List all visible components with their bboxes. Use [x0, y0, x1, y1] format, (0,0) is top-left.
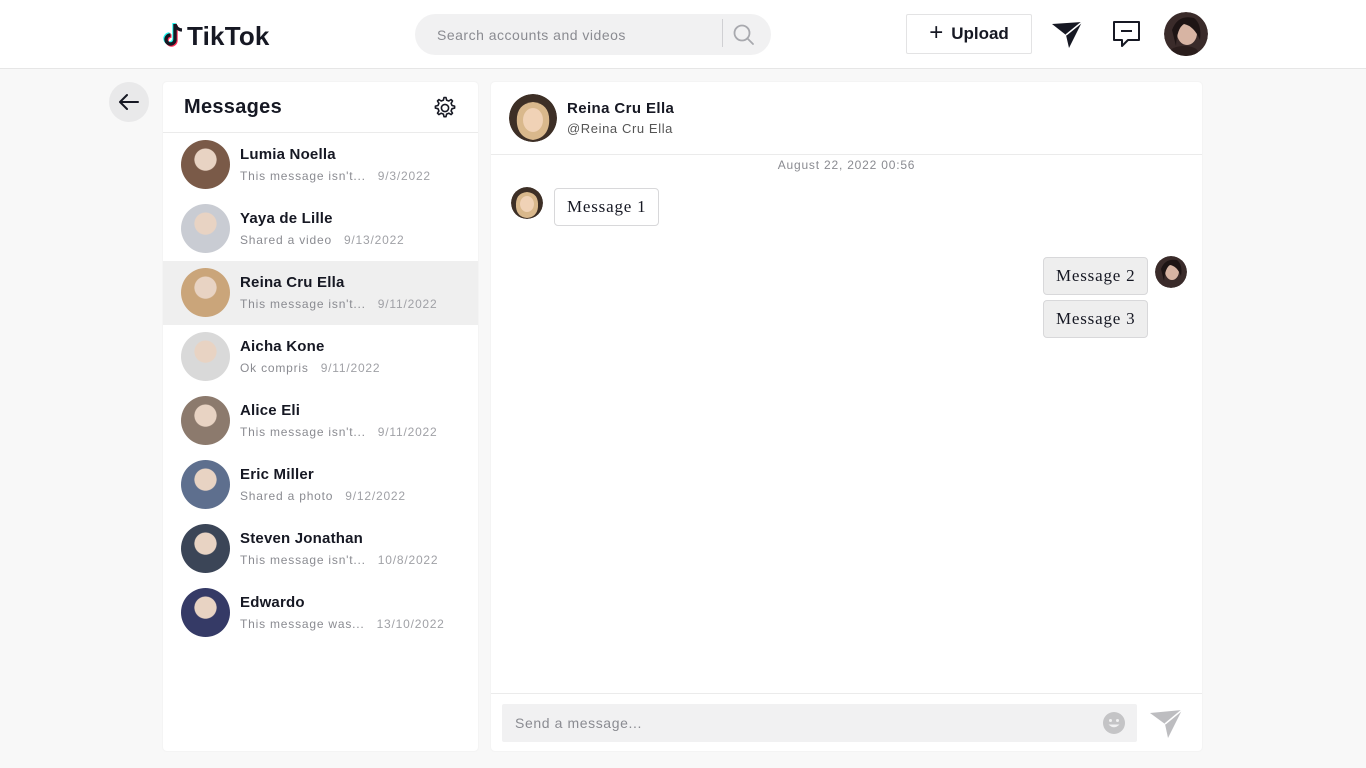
message-timestamp: August 22, 2022 00:56	[777, 158, 916, 172]
conversation-preview: Shared a photo	[240, 489, 334, 503]
conversation-item[interactable]: Steven Jonathan This message isn't... 10/8…	[163, 517, 478, 581]
message-avatar-outgoing[interactable]	[1155, 256, 1187, 288]
conversation-item[interactable]: Eric Miller Shared a photo 9/12/2022	[163, 453, 478, 517]
conversation-date: 9/12/2022	[345, 489, 406, 503]
search-input[interactable]	[437, 14, 717, 55]
tiktok-logo-icon	[163, 23, 183, 47]
conversation-name: Reina Cru Ella	[240, 274, 345, 291]
message-avatar-incoming[interactable]	[511, 187, 543, 219]
conversation-subline: This message was... 13/10/2022	[240, 617, 445, 631]
conversation-date: 9/11/2022	[377, 297, 438, 311]
top-bar: TikTok + Upload	[0, 0, 1366, 69]
send-message-icon[interactable]	[1148, 707, 1184, 739]
conversation-name: Aicha Kone	[240, 338, 325, 355]
conversation-avatar[interactable]	[181, 396, 230, 445]
conversation-subline: Shared a photo 9/12/2022	[240, 489, 406, 503]
logo-text: TikTok	[187, 20, 270, 51]
conversation-list: Lumia Noella This message isn't... 9/3/202…	[163, 133, 478, 645]
chat-contact-handle: @Reina Cru Ella	[567, 121, 674, 136]
plus-icon: +	[929, 19, 944, 46]
conversation-name: Lumia Noella	[240, 146, 336, 163]
message-input[interactable]	[515, 704, 1085, 742]
message-bubble-outgoing[interactable]: Message 2	[1043, 257, 1149, 295]
conversation-preview: Ok compris	[240, 361, 309, 375]
conversation-name: Steven Jonathan	[240, 530, 364, 547]
conversation-item[interactable]: Aicha Kone Ok compris 9/11/2022	[163, 325, 478, 389]
conversation-date: 9/13/2022	[343, 233, 405, 247]
conversation-avatar[interactable]	[181, 204, 230, 253]
conversation-preview: This message isn't...	[240, 297, 366, 311]
conversation-date: 9/3/2022	[377, 169, 431, 183]
conversation-avatar[interactable]	[181, 332, 230, 381]
send-icon[interactable]	[1050, 18, 1084, 50]
conversation-subline: This message isn't... 9/11/2022	[240, 297, 438, 311]
conversation-avatar[interactable]	[181, 588, 230, 637]
inbox-icon[interactable]	[1110, 18, 1144, 50]
upload-label: Upload	[951, 24, 1009, 43]
arrow-left-icon	[119, 94, 139, 110]
chat-header: Reina Cru Ella @Reina Cru Ella	[491, 82, 1202, 155]
message-bubble-outgoing[interactable]: Message 3	[1043, 300, 1149, 338]
conversation-preview: Shared a video	[240, 233, 332, 247]
gear-icon[interactable]	[432, 95, 458, 121]
conversation-avatar[interactable]	[181, 460, 230, 509]
emoji-icon[interactable]	[1102, 711, 1126, 735]
search-icon[interactable]	[731, 22, 757, 48]
upload-button[interactable]: + Upload	[906, 14, 1032, 54]
message-composer	[491, 693, 1202, 751]
conversation-item[interactable]: Lumia Noella This message isn't... 9/3/202…	[163, 133, 478, 197]
conversation-item[interactable]: Edwardo This message was... 13/10/2022	[163, 581, 478, 645]
conversation-name: Eric Miller	[240, 466, 314, 483]
conversation-subline: Ok compris 9/11/2022	[240, 361, 380, 375]
search-bar	[415, 14, 771, 55]
profile-avatar[interactable]	[1164, 12, 1208, 56]
conversation-subline: This message isn't... 10/8/2022	[240, 553, 438, 567]
conversation-name: Yaya de Lille	[240, 210, 333, 227]
conversation-preview: This message isn't...	[240, 169, 366, 183]
conversation-item[interactable]: Alice Eli This message isn't... 9/11/2022	[163, 389, 478, 453]
conversation-preview: This message isn't...	[240, 553, 366, 567]
conversation-date: 9/11/2022	[377, 425, 438, 439]
sidebar-title: Messages	[184, 96, 283, 118]
conversation-subline: This message isn't... 9/11/2022	[240, 425, 438, 439]
back-button[interactable]	[109, 82, 149, 122]
conversation-item[interactable]: Yaya de Lille Shared a video 9/13/2022	[163, 197, 478, 261]
conversation-date: 9/11/2022	[320, 361, 381, 375]
search-divider	[722, 19, 723, 47]
conversation-item[interactable]: Reina Cru Ella This message isn't... 9/11/…	[163, 261, 478, 325]
chat-avatar[interactable]	[509, 94, 557, 142]
conversation-name: Edwardo	[240, 594, 305, 611]
composer-box	[502, 704, 1137, 742]
conversation-subline: This message isn't... 9/3/2022	[240, 169, 431, 183]
tiktok-logo[interactable]: TikTok	[162, 20, 270, 52]
conversation-date: 13/10/2022	[376, 617, 445, 631]
conversation-date: 10/8/2022	[377, 553, 439, 567]
conversation-preview: This message isn't...	[240, 425, 366, 439]
conversation-subline: Shared a video 9/13/2022	[240, 233, 405, 247]
conversation-preview: This message was...	[240, 617, 365, 631]
conversation-avatar[interactable]	[181, 268, 230, 317]
chat-panel: Reina Cru Ella @Reina Cru Ella August 22…	[491, 82, 1202, 751]
sidebar-header: Messages	[163, 82, 478, 133]
conversation-avatar[interactable]	[181, 524, 230, 573]
message-bubble-incoming[interactable]: Message 1	[554, 188, 660, 226]
conversation-avatar[interactable]	[181, 140, 230, 189]
chat-contact-name[interactable]: Reina Cru Ella	[567, 100, 674, 117]
conversation-name: Alice Eli	[240, 402, 301, 419]
messages-sidebar: Messages Lumia Noella This message isn't.…	[163, 82, 478, 751]
